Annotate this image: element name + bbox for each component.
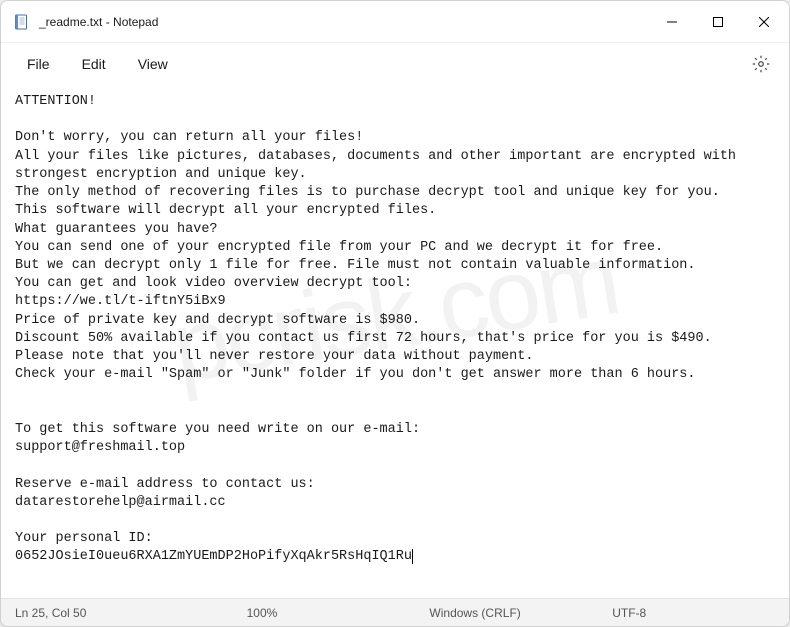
- settings-button[interactable]: [743, 46, 779, 82]
- window-title: _readme.txt - Notepad: [39, 15, 158, 29]
- notepad-icon: [13, 14, 29, 30]
- close-button[interactable]: [741, 1, 787, 42]
- maximize-button[interactable]: [695, 1, 741, 42]
- window-controls: [649, 1, 787, 42]
- menu-file[interactable]: File: [11, 50, 66, 78]
- text-editor[interactable]: ATTENTION! Don't worry, you can return a…: [1, 85, 789, 598]
- status-lineending: Windows (CRLF): [409, 606, 592, 620]
- menu-view[interactable]: View: [122, 50, 184, 78]
- editor-content: ATTENTION! Don't worry, you can return a…: [15, 94, 744, 564]
- status-zoom: 100%: [227, 606, 410, 620]
- status-encoding: UTF-8: [592, 606, 775, 620]
- minimize-button[interactable]: [649, 1, 695, 42]
- titlebar: _readme.txt - Notepad: [1, 1, 789, 43]
- notepad-window: _readme.txt - Notepad File Edit View ATT…: [0, 0, 790, 627]
- status-position: Ln 25, Col 50: [15, 606, 227, 620]
- menubar: File Edit View: [1, 43, 789, 85]
- menu-edit[interactable]: Edit: [66, 50, 122, 78]
- statusbar: Ln 25, Col 50 100% Windows (CRLF) UTF-8: [1, 598, 789, 626]
- text-caret: [412, 549, 413, 564]
